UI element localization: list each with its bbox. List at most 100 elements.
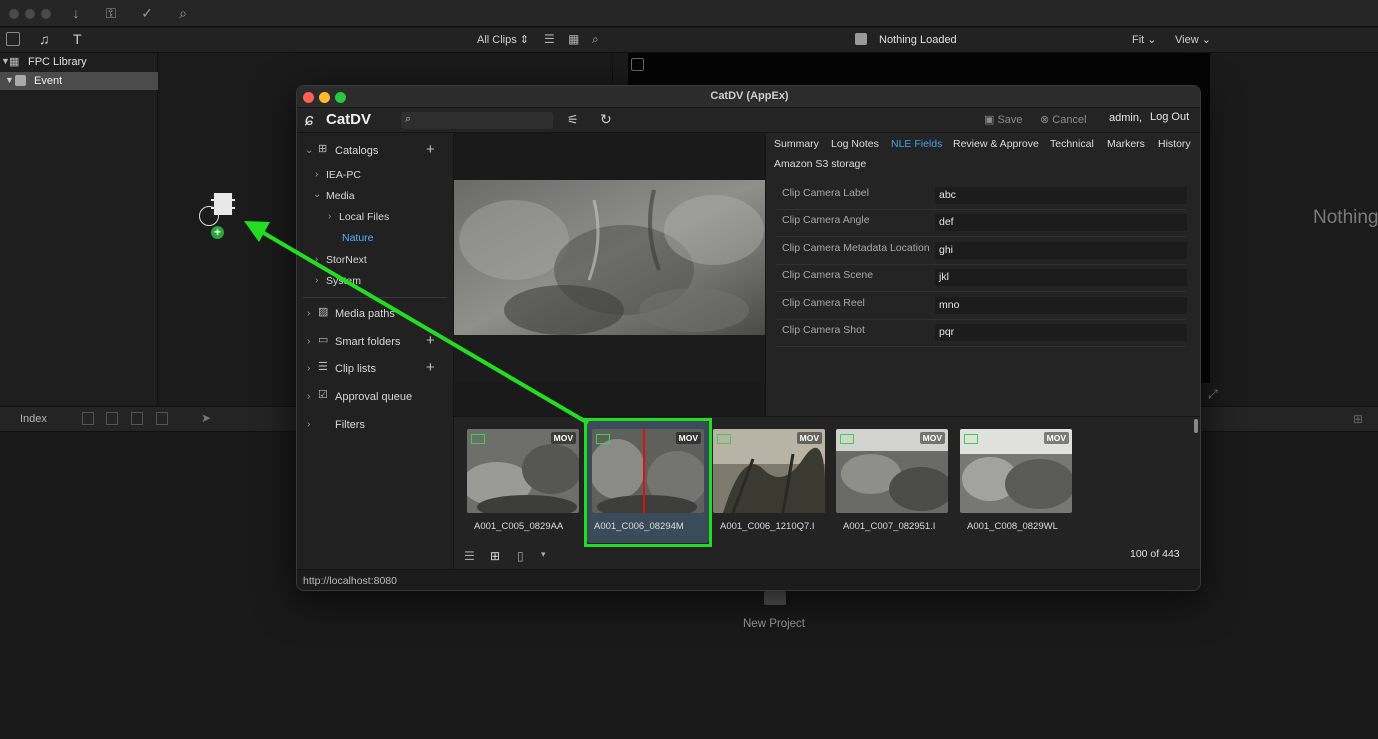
close-dot[interactable] (9, 9, 19, 19)
chevron-right-icon[interactable]: › (307, 419, 310, 430)
disclosure-triangle-icon[interactable]: ▼ (5, 75, 14, 85)
catalogs-header[interactable]: Catalogs (335, 145, 378, 157)
section-filters[interactable]: Filters (335, 419, 365, 431)
tab-technical[interactable]: Technical (1050, 138, 1094, 150)
zoom-dot[interactable] (41, 9, 51, 19)
libraries-icon[interactable] (6, 32, 20, 46)
list-view-icon[interactable]: ☰ (544, 32, 555, 46)
preview-video-frame[interactable] (454, 180, 765, 335)
chevron-right-icon[interactable]: › (307, 336, 310, 347)
clip-tile[interactable]: MOV A001_C008_0829WL (960, 417, 1082, 542)
chevron-right-icon[interactable]: › (328, 211, 331, 222)
key-icon[interactable]: ⚿ (101, 4, 121, 22)
film-strip-icon (840, 434, 854, 444)
list-view-icon[interactable]: ☰ (464, 549, 475, 563)
select-tool-icon[interactable]: ➤ (201, 411, 211, 425)
search-input[interactable] (419, 113, 549, 127)
tab-markers[interactable]: Markers (1107, 138, 1145, 150)
clip-thumbnail[interactable]: MOV (713, 429, 825, 513)
minimize-dot[interactable] (25, 9, 35, 19)
grid-view-icon[interactable]: ⊞ (490, 549, 500, 563)
fullscreen-icon[interactable]: ⤢ (1208, 387, 1218, 402)
field-divider (776, 291, 1186, 292)
photos-audio-icon[interactable]: ♫ (39, 31, 50, 47)
clip-tile[interactable]: MOV A001_C005_0829AA (467, 417, 589, 542)
tree-item-iea-pc[interactable]: IEA-PC (326, 169, 361, 181)
clip-tile[interactable]: MOV A001_C007_082951.I (836, 417, 958, 542)
save-icon: ▣ (984, 114, 995, 126)
save-button[interactable]: ▣ Save (984, 113, 1023, 126)
tab-amazon-s3-storage[interactable]: Amazon S3 storage (774, 158, 866, 170)
add-catalog-icon[interactable]: + (426, 141, 435, 158)
tab-history[interactable]: History (1158, 138, 1191, 150)
chevron-right-icon[interactable]: › (307, 363, 310, 374)
event-row[interactable]: ▼ Event (0, 72, 158, 90)
event-name: Event (34, 75, 63, 87)
zoom-fit-dropdown[interactable]: Fit ⌄ (1132, 33, 1157, 46)
viewer-checkbox[interactable] (631, 58, 644, 71)
clip-thumbnail[interactable]: MOV (836, 429, 948, 513)
field-clip-camera-label[interactable]: abc (935, 187, 1187, 204)
field-clip-camera-metadata-location[interactable]: ghi (935, 242, 1187, 259)
section-approval-queue[interactable]: Approval queue (335, 391, 412, 403)
search-icon[interactable]: ⌕ (592, 32, 599, 47)
cancel-button[interactable]: ⊗ Cancel (1040, 113, 1087, 126)
tab-summary[interactable]: Summary (774, 138, 819, 150)
tree-item-system[interactable]: System (326, 275, 361, 287)
titles-generators-icon[interactable]: T (73, 31, 82, 47)
refresh-icon[interactable]: ↻ (600, 111, 612, 128)
catdv-titlebar: CatDV (AppEx) (297, 86, 1200, 108)
catdv-extension-icon[interactable]: ⌕ (173, 4, 193, 22)
logout-link[interactable]: Log Out (1150, 111, 1189, 123)
user-separator: , (1138, 112, 1143, 124)
chevron-right-icon[interactable]: › (315, 275, 318, 286)
timeline-settings-icon[interactable]: ⊞ (1353, 412, 1363, 426)
insert-clip-icon[interactable] (106, 412, 118, 425)
field-label: Clip Camera Label (782, 187, 869, 199)
import-icon[interactable]: ↓ (66, 4, 86, 22)
section-media-paths[interactable]: Media paths (335, 308, 395, 320)
chevron-down-icon[interactable]: ⌄ (305, 145, 313, 156)
connect-clip-icon[interactable] (82, 412, 94, 425)
view-options-chevron-icon[interactable]: ▾ (541, 549, 546, 560)
section-clip-lists[interactable]: Clip lists (335, 363, 376, 375)
new-project-button[interactable]: New Project (743, 618, 805, 630)
tree-item-stornext[interactable]: StorNext (326, 254, 367, 266)
field-clip-camera-angle[interactable]: def (935, 214, 1187, 231)
field-clip-camera-scene[interactable]: jkl (935, 269, 1187, 286)
append-clip-icon[interactable] (131, 412, 143, 425)
library-row[interactable]: ▼ ▦ FPC Library (0, 54, 158, 71)
search-field[interactable]: ⌕ (401, 112, 553, 129)
section-smart-folders[interactable]: Smart folders (335, 336, 400, 348)
scrollbar-thumb[interactable] (1194, 419, 1198, 433)
index-button[interactable]: Index (20, 413, 47, 425)
tab-review-approve[interactable]: Review & Approve (953, 138, 1039, 150)
tree-item-local-files[interactable]: Local Files (339, 211, 389, 223)
filmstrip-icon[interactable]: ▦ (568, 32, 579, 46)
chevron-right-icon[interactable]: › (307, 308, 310, 319)
add-smart-folder-icon[interactable]: + (426, 332, 435, 349)
filter-sliders-icon[interactable]: ⚟ (567, 112, 579, 128)
tab-log-notes[interactable]: Log Notes (831, 138, 879, 150)
field-clip-camera-reel[interactable]: mno (935, 297, 1187, 314)
tree-item-nature[interactable]: Nature (342, 232, 374, 244)
checkmark-icon[interactable]: ✓ (137, 4, 157, 22)
chevron-right-icon[interactable]: › (307, 391, 310, 402)
clip-thumbnail[interactable]: MOV (960, 429, 1072, 513)
nle-fields-form: Clip Camera Label abc Clip Camera Angle … (766, 177, 1200, 416)
chevron-down-icon[interactable]: ⌄ (313, 189, 321, 200)
chevron-right-icon[interactable]: › (315, 254, 318, 265)
view-dropdown[interactable]: View ⌄ (1175, 33, 1211, 46)
field-divider (776, 236, 1186, 237)
field-clip-camera-shot[interactable]: pqr (935, 324, 1187, 341)
chevron-right-icon[interactable]: › (315, 169, 318, 180)
clip-thumbnail[interactable]: MOV (467, 429, 579, 513)
overwrite-clip-icon[interactable] (156, 412, 168, 425)
clip-filter-dropdown[interactable]: All Clips ⇕ (477, 33, 529, 46)
tree-item-media[interactable]: Media (326, 190, 355, 202)
add-clip-list-icon[interactable]: + (426, 359, 435, 376)
tab-nle-fields[interactable]: NLE Fields (891, 138, 942, 150)
clip-tile[interactable]: MOV A001_C006_1210Q7.I (713, 417, 835, 542)
filmstrip-view-icon[interactable]: ▯ (517, 549, 524, 563)
clip-preview-panel (454, 133, 765, 416)
